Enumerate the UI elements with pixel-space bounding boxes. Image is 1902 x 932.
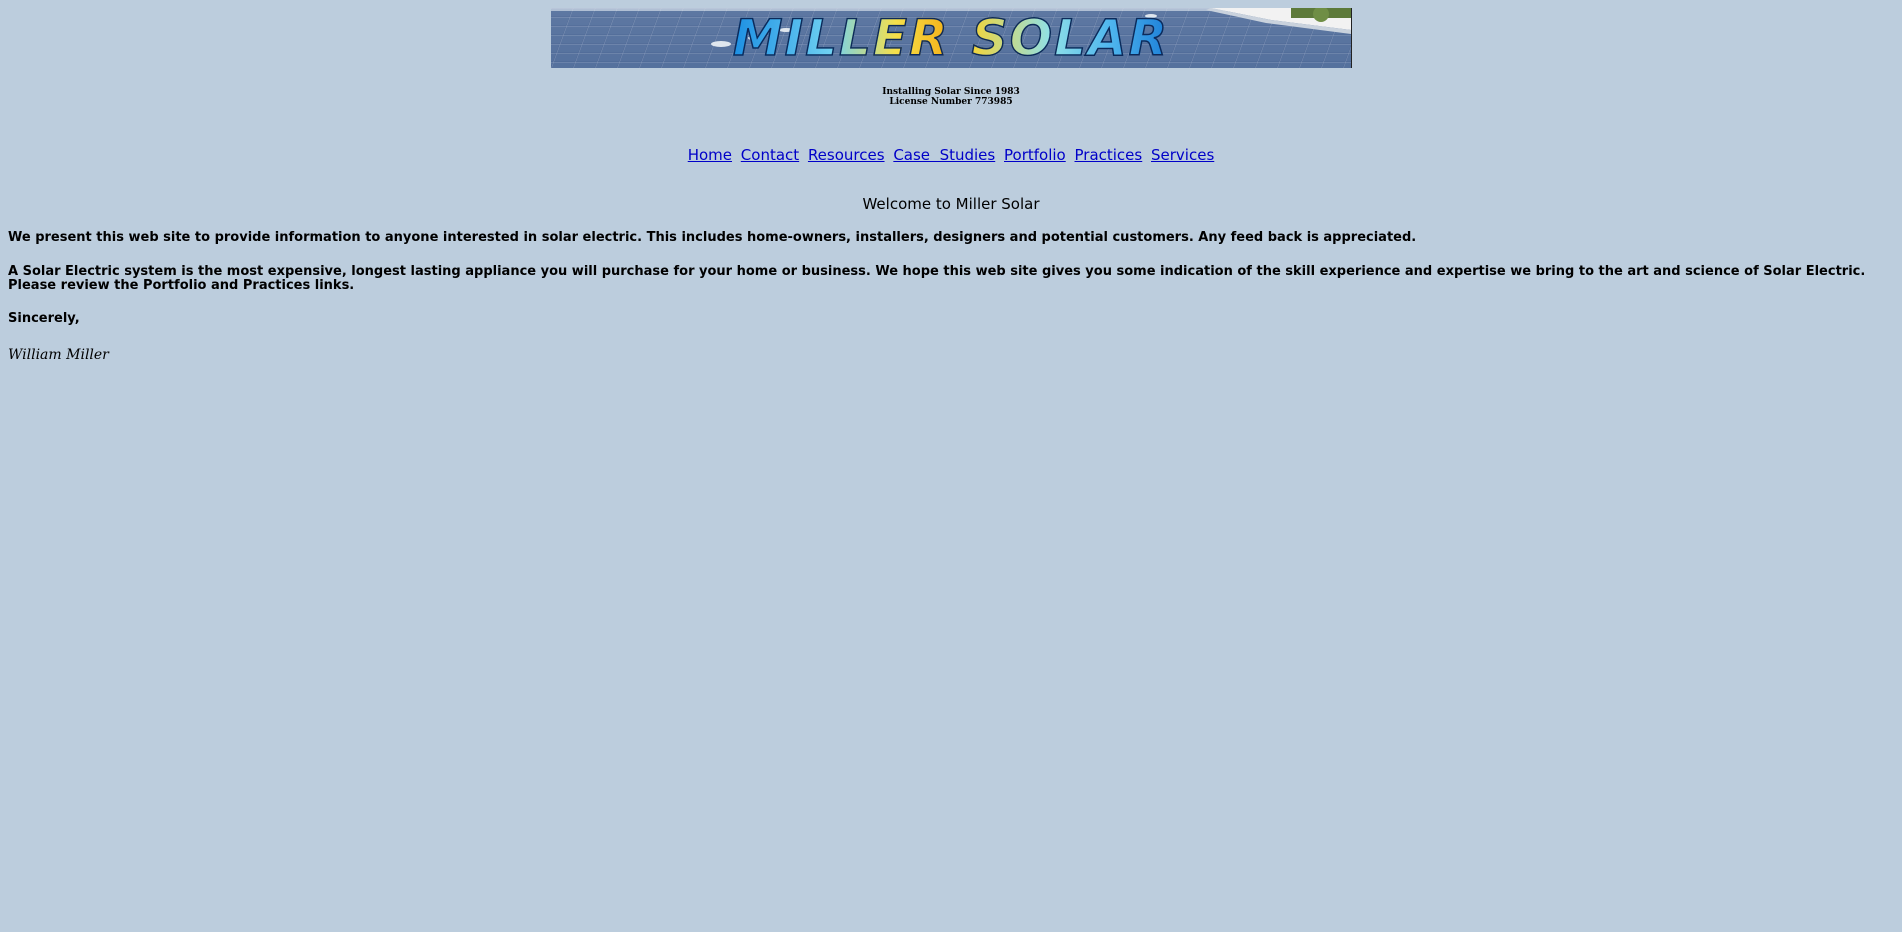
tagline-license: License Number 773985: [889, 97, 1013, 107]
page: MILLER SOLAR Installing Solar Since 1983…: [0, 0, 1902, 932]
nav-link-contact[interactable]: Contact: [741, 146, 799, 164]
main-nav: Home Contact Resources Case Studies Port…: [0, 145, 1902, 165]
nav-link-resources[interactable]: Resources: [808, 146, 885, 164]
system-paragraph: A Solar Electric system is the most expe…: [8, 264, 1866, 293]
intro-paragraph: We present this web site to provide info…: [8, 230, 1417, 245]
closing-text: Sincerely,: [8, 311, 80, 326]
signature: William Miller: [8, 347, 109, 363]
tagline-since: Installing Solar Since 1983: [882, 87, 1020, 97]
nav-link-portfolio[interactable]: Portfolio: [1004, 146, 1066, 164]
welcome-heading: Welcome to Miller Solar: [862, 195, 1040, 213]
banner-word-miller: MILLER: [732, 8, 950, 68]
banner-logo-text: MILLER SOLAR: [551, 8, 1351, 68]
nav-link-home[interactable]: Home: [688, 146, 732, 164]
tagline: Installing Solar Since 1983 License Numb…: [0, 87, 1902, 107]
banner-word-solar: SOLAR: [971, 8, 1170, 68]
nav-link-practices[interactable]: Practices: [1075, 146, 1143, 164]
miller-solar-banner: MILLER SOLAR: [551, 8, 1352, 68]
nav-link-services[interactable]: Services: [1151, 146, 1214, 164]
nav-link-case-studies[interactable]: Case Studies: [893, 146, 995, 164]
